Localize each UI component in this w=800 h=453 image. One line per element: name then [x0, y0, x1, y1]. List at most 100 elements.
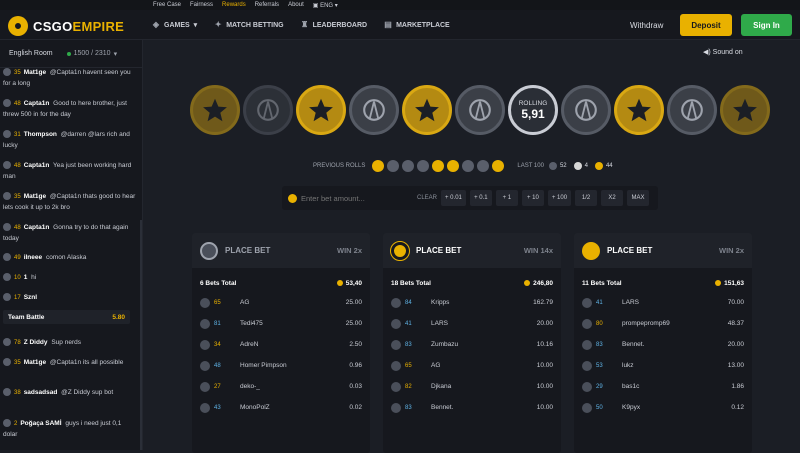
clear-button[interactable]: CLEAR	[417, 195, 437, 201]
table-row: 65 AG 25.00	[192, 292, 370, 313]
avatar[interactable]	[391, 402, 401, 413]
avatar[interactable]	[200, 297, 210, 308]
avatar[interactable]	[391, 339, 401, 350]
nav-games[interactable]: ◈ GAMES ▾	[152, 21, 197, 30]
table-row: 27 deko-_ 0.03	[192, 376, 370, 397]
table-row: 65 AG 10.00	[383, 355, 561, 376]
avatar[interactable]	[3, 253, 11, 262]
bet-amount-input[interactable]	[301, 193, 411, 203]
avatar[interactable]	[582, 339, 592, 350]
avatar[interactable]	[3, 161, 11, 170]
avatar[interactable]	[3, 68, 11, 77]
avatar[interactable]	[200, 318, 210, 329]
chat-message: 38 sadsadsad @Z Diddy sup bot	[3, 388, 136, 399]
chevron-down-icon: ▾	[113, 50, 118, 58]
avatar[interactable]	[200, 339, 210, 350]
ct-roll-chip	[417, 160, 430, 172]
chat-message: 35 Mat1ge @Capta1n thats good to hear let…	[3, 192, 136, 213]
avatar[interactable]	[3, 273, 11, 282]
ct-count-icon	[548, 162, 557, 170]
chat-username[interactable]: Thompson	[24, 131, 57, 138]
top-strip: Free Case Fairness Rewards Referrals Abo…	[0, 0, 800, 10]
avatar[interactable]	[200, 402, 210, 413]
top-link-free-case[interactable]: Free Case	[153, 2, 181, 8]
add-0-01-button[interactable]: + 0.01	[441, 190, 466, 206]
chat-username[interactable]: ilneee	[24, 254, 42, 261]
avatar[interactable]	[3, 388, 11, 397]
withdraw-link[interactable]: Withdraw	[630, 21, 663, 30]
chat-username[interactable]: Capta1n	[24, 100, 50, 107]
avatar[interactable]	[391, 297, 401, 308]
team-battle-card[interactable]: Team Battle 5.80	[3, 310, 130, 324]
top-link-fairness[interactable]: Fairness	[190, 2, 213, 8]
chat-username[interactable]: 1	[24, 274, 28, 281]
avatar[interactable]	[582, 360, 592, 371]
chat-username[interactable]: Mat1ge	[24, 193, 46, 200]
place-bet-bonus-button[interactable]: PLACE BET WIN 14x	[383, 233, 561, 268]
avatar[interactable]	[3, 419, 11, 428]
avatar[interactable]	[3, 192, 11, 201]
t-coin	[720, 85, 770, 135]
avatar[interactable]	[3, 99, 11, 108]
previous-rolls-label: PREVIOUS ROLLS	[313, 163, 366, 169]
chat-message: 49 ilneee comon Alaska	[3, 253, 136, 264]
ct-roll-chip	[462, 160, 475, 172]
avatar[interactable]	[3, 130, 11, 139]
t-roll-chip	[447, 160, 460, 172]
add-100-button[interactable]: + 100	[547, 190, 572, 206]
avatar[interactable]	[582, 381, 592, 392]
avatar[interactable]	[391, 360, 401, 371]
sign-in-button[interactable]: Sign In	[741, 14, 792, 36]
avatar[interactable]	[582, 402, 592, 413]
avatar[interactable]	[200, 360, 210, 371]
avatar[interactable]	[3, 293, 11, 302]
avatar[interactable]	[3, 358, 11, 367]
table-row: 80 prompepromp69 48.37	[574, 313, 752, 334]
place-bet-ct-button[interactable]: PLACE BET WIN 2x	[192, 233, 370, 268]
add-10-button[interactable]: + 10	[521, 190, 544, 206]
site-logo[interactable]: CSGOEMPIRE	[8, 16, 124, 36]
top-link-about[interactable]: About	[288, 2, 304, 8]
chat-username[interactable]: Capta1n	[24, 162, 50, 169]
top-link-referrals[interactable]: Referrals	[255, 2, 279, 8]
rolling-timer: 5,91	[521, 106, 545, 121]
avatar[interactable]	[391, 318, 401, 329]
nav-match-betting[interactable]: ✦ MATCH BETTING	[214, 21, 284, 29]
sound-toggle[interactable]: ◀) Sound on	[703, 48, 743, 56]
avatar[interactable]	[3, 338, 11, 347]
ct-coin	[243, 85, 293, 135]
half-button[interactable]: 1/2	[575, 190, 598, 206]
chat-username[interactable]: sadsadsad	[24, 389, 58, 396]
online-count[interactable]: 1500 / 2310 ▾	[66, 50, 118, 58]
chat-username[interactable]: Poğaça SAMİ	[20, 420, 61, 427]
logo-badge-icon	[8, 16, 28, 36]
chat-message: 48 Capta1n Good to here brother, just thr…	[3, 99, 136, 120]
table-row: 81 Tedi475 25.00	[192, 313, 370, 334]
level-badge: 78	[14, 340, 21, 346]
language-selector[interactable]: ▣ ENG ▾	[313, 2, 338, 9]
add-0-1-button[interactable]: + 0.1	[469, 190, 492, 206]
deposit-button[interactable]: Deposit	[680, 14, 732, 36]
chat-header: English Room 1500 / 2310 ▾	[0, 40, 142, 68]
top-link-rewards[interactable]: Rewards	[222, 2, 246, 8]
t-count-icon	[594, 162, 603, 170]
avatar[interactable]	[391, 381, 401, 392]
nav-marketplace[interactable]: ▤ MARKETPLACE	[384, 21, 449, 29]
add-1-button[interactable]: + 1	[495, 190, 518, 206]
place-bet-t-button[interactable]: PLACE BET WIN 2x	[574, 233, 752, 268]
chat-username[interactable]: Mat1ge	[24, 359, 46, 366]
avatar[interactable]	[582, 297, 592, 308]
nav-leaderboard[interactable]: ♜ LEADERBOARD	[301, 21, 367, 29]
double-button[interactable]: X2	[601, 190, 624, 206]
avatar[interactable]	[582, 318, 592, 329]
chat-username[interactable]: Capta1n	[24, 224, 50, 231]
max-button[interactable]: MAX	[627, 190, 650, 206]
chat-message: 48 Capta1n Yea just been working hard man	[3, 161, 136, 182]
chat-room-name[interactable]: English Room	[9, 50, 53, 57]
avatar[interactable]	[200, 381, 210, 392]
t-coin	[296, 85, 346, 135]
avatar[interactable]	[3, 223, 11, 232]
chat-username[interactable]: Z Diddy	[24, 339, 48, 346]
chat-username[interactable]: Sznl	[24, 294, 37, 301]
chat-username[interactable]: Mat1ge	[24, 69, 46, 76]
